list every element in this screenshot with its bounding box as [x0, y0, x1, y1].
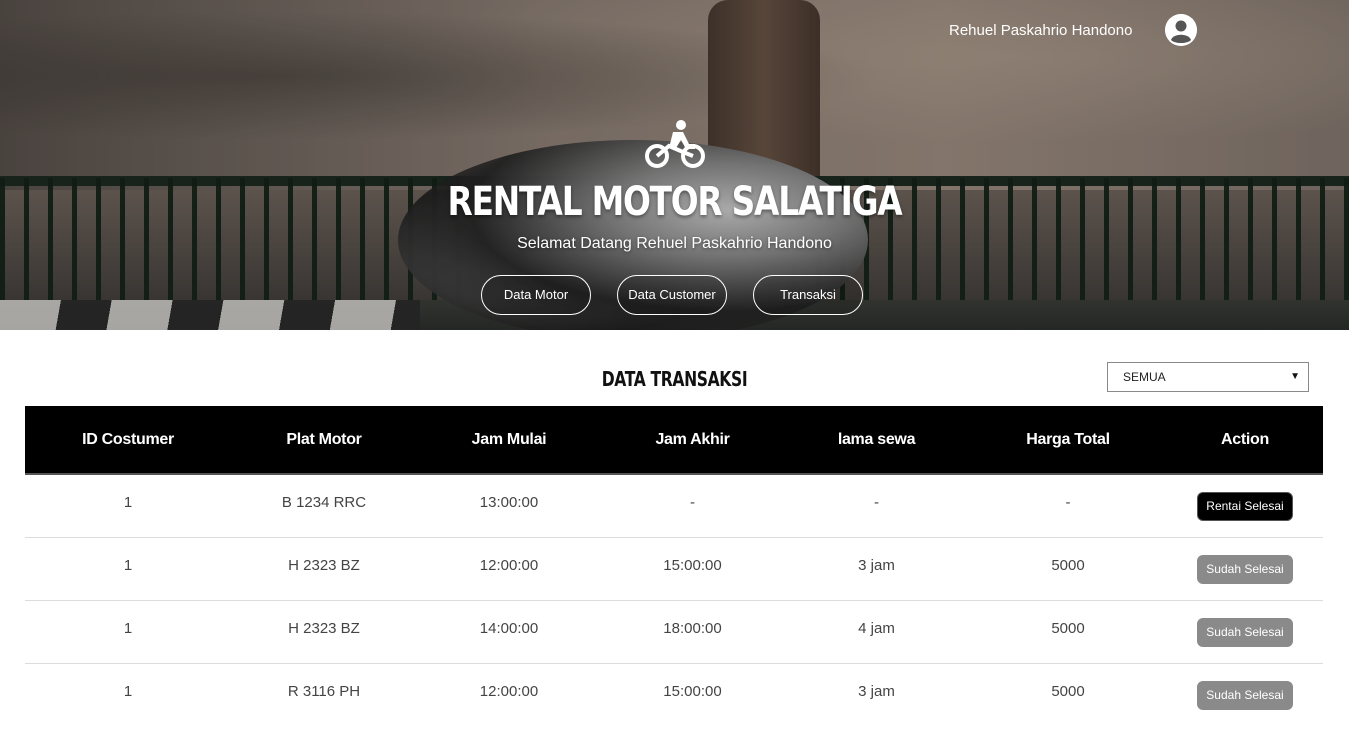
- cell-action: Rentai Selesai: [1167, 488, 1323, 521]
- cell-jam-mulai: 14:00:00: [479, 619, 539, 637]
- cell-lama-sewa: 3 jam: [858, 556, 895, 574]
- table-row: 1 B 1234 RRC 13:00:00 - - - Rentai Seles…: [25, 475, 1323, 538]
- cell-jam-akhir: -: [690, 493, 695, 511]
- cell-action: Sudah Selesai: [1167, 614, 1323, 647]
- column-header-plat-motor: Plat Motor: [286, 430, 362, 448]
- cell-plat: H 2323 BZ: [288, 619, 360, 637]
- column-header-harga-total: Harga Total: [1026, 430, 1110, 448]
- column-header-action: Action: [1221, 430, 1269, 448]
- nav-data-motor-button[interactable]: Data Motor: [481, 275, 591, 315]
- cell-jam-mulai: 12:00:00: [479, 556, 539, 574]
- cell-lama-sewa: 3 jam: [858, 683, 895, 700]
- rental-selesai-button[interactable]: Rentai Selesai: [1197, 491, 1293, 521]
- hero-banner: Rehuel Paskahrio Handono RENTAL MOTOR SA…: [0, 0, 1349, 330]
- column-header-id-costumer: ID Costumer: [82, 430, 174, 448]
- table-row: 1 R 3116 PH 12:00:00 15:00:00 3 jam 5000…: [25, 664, 1323, 727]
- sudah-selesai-button[interactable]: Sudah Selesai: [1197, 681, 1293, 710]
- transaction-table: ID Costumer Plat Motor Jam Mulai Jam Akh…: [25, 406, 1323, 727]
- user-name[interactable]: Rehuel Paskahrio Handono: [949, 20, 1132, 42]
- cell-harga-total: 5000: [1051, 683, 1085, 700]
- sudah-selesai-button[interactable]: Sudah Selesai: [1197, 554, 1293, 584]
- cell-plat: H 2323 BZ: [288, 556, 360, 574]
- cell-id: 1: [123, 556, 133, 574]
- cell-harga-total: -: [1065, 493, 1071, 511]
- cell-harga-total: 5000: [1051, 556, 1085, 574]
- nav-data-customer-button[interactable]: Data Customer: [617, 275, 727, 315]
- brand-title: RENTAL MOTOR SALATIGA: [447, 179, 903, 225]
- cell-plat: R 3116 PH: [287, 683, 361, 700]
- table-row: 1 H 2323 BZ 14:00:00 18:00:00 4 jam 5000…: [25, 601, 1323, 664]
- cell-lama-sewa: -: [874, 493, 879, 511]
- sudah-selesai-button[interactable]: Sudah Selesai: [1197, 617, 1293, 647]
- cell-jam-akhir: 15:00:00: [663, 683, 722, 700]
- cell-jam-mulai: 13:00:00: [479, 493, 539, 511]
- section-title: DATA TRANSAKSI: [601, 367, 748, 391]
- column-header-jam-akhir: Jam Akhir: [655, 430, 730, 448]
- cell-jam-akhir: 18:00:00: [663, 619, 722, 637]
- nav-transaksi-button[interactable]: Transaksi: [753, 275, 863, 315]
- filter-selected-value: SEMUA: [1123, 370, 1166, 384]
- cell-lama-sewa: 4 jam: [858, 619, 895, 637]
- motorcycle-rider-icon: [645, 120, 705, 168]
- column-header-lama-sewa: lama sewa: [837, 430, 916, 448]
- cell-action: Sudah Selesai: [1167, 551, 1323, 584]
- cell-id: 1: [123, 619, 133, 637]
- cell-jam-mulai: 12:00:00: [479, 683, 539, 700]
- cell-id: 1: [123, 683, 133, 700]
- user-circle-icon[interactable]: [1165, 14, 1197, 46]
- cell-id: 1: [123, 493, 133, 511]
- welcome-text: Selamat Datang Rehuel Paskahrio Handono: [517, 235, 832, 252]
- cell-harga-total: 5000: [1051, 619, 1085, 637]
- table-header: ID Costumer Plat Motor Jam Mulai Jam Akh…: [25, 406, 1323, 475]
- cell-action: Sudah Selesai: [1167, 677, 1323, 710]
- table-row: 1 H 2323 BZ 12:00:00 15:00:00 3 jam 5000…: [25, 538, 1323, 601]
- column-header-jam-mulai: Jam Mulai: [471, 430, 547, 448]
- cell-plat: B 1234 RRC: [281, 493, 367, 511]
- caret-down-icon: ▼: [1290, 371, 1300, 382]
- status-filter-select[interactable]: SEMUA ▼: [1107, 362, 1309, 392]
- cell-jam-akhir: 15:00:00: [663, 556, 722, 574]
